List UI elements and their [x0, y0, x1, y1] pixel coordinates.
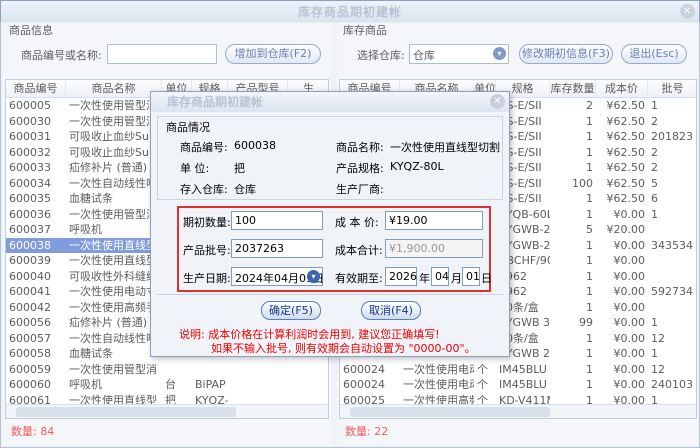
entry-fields-group: 期初数量: 100 成 本 价: ¥19.00 产品批号: 2037263 成本… [177, 206, 492, 292]
month-char: 月 [451, 272, 462, 285]
unit-label: 单 位: [180, 162, 210, 175]
section-label: 商品情况 [166, 121, 210, 134]
model-value: KYQZ-80L [390, 160, 444, 173]
calendar-dropdown-icon[interactable]: ▾ [307, 270, 320, 283]
name-label: 商品名称: [336, 141, 384, 154]
store-warehouse-value: 仓库 [234, 183, 256, 196]
dialog-close-icon[interactable]: ✕ [490, 94, 505, 109]
expiry-year-input[interactable]: 2026 [385, 267, 417, 286]
store-warehouse-label: 存入仓库: [180, 183, 228, 196]
dialog-title: 库存商品期初建帐 [167, 95, 264, 109]
name-value: 一次性使用直线型切割 [390, 141, 500, 154]
note-line-2: 如果不输入批号, 则有效期会自动设置为 "0000-00"。 [211, 342, 476, 355]
day-char: 日 [481, 272, 492, 285]
code-value: 600038 [234, 139, 276, 152]
window-titlebar: 库存商品期初建帐 ✕ [1, 1, 699, 23]
batch-label: 产品批号: [183, 244, 231, 257]
cost-label: 成 本 价: [335, 216, 379, 229]
prod-date-picker[interactable]: 2024年04月01日 ▾ [231, 267, 324, 286]
initial-entry-dialog: 库存商品期初建帐 ✕ 商品情况 商品编号: 600038 商品名称: 一次性使用… [150, 91, 510, 357]
cancel-button[interactable]: 取消(F4) [361, 301, 421, 320]
maker-label: 生产厂商: [336, 183, 384, 196]
cost-input[interactable]: ¥19.00 [385, 211, 483, 230]
model-label: 产品规格: [336, 162, 384, 175]
total-field: ¥1,900.00 [385, 239, 483, 258]
window-title: 库存商品期初建帐 [297, 5, 402, 19]
unit-value: 把 [234, 162, 245, 175]
expiry-month-input[interactable]: 04 [431, 267, 449, 286]
dialog-titlebar: 库存商品期初建帐 ✕ [151, 92, 509, 112]
qty-label: 期初数量: [183, 216, 231, 229]
prod-date-label: 生产日期: [183, 272, 231, 285]
product-summary-group: 商品情况 商品编号: 600038 商品名称: 一次性使用直线型切割 单 位: … [157, 116, 503, 200]
expiry-day-input[interactable]: 01 [462, 267, 480, 286]
total-label: 成本合计: [335, 244, 383, 257]
year-char: 年 [419, 272, 430, 285]
expiry-label: 有效期至: [335, 272, 383, 285]
window-close-icon[interactable]: ✕ [680, 4, 695, 19]
code-label: 商品编号: [180, 141, 228, 154]
ok-button[interactable]: 确定(F5) [261, 301, 321, 320]
batch-input[interactable]: 2037263 [231, 239, 323, 258]
qty-input[interactable]: 100 [231, 211, 323, 230]
dialog-separator [157, 294, 503, 295]
